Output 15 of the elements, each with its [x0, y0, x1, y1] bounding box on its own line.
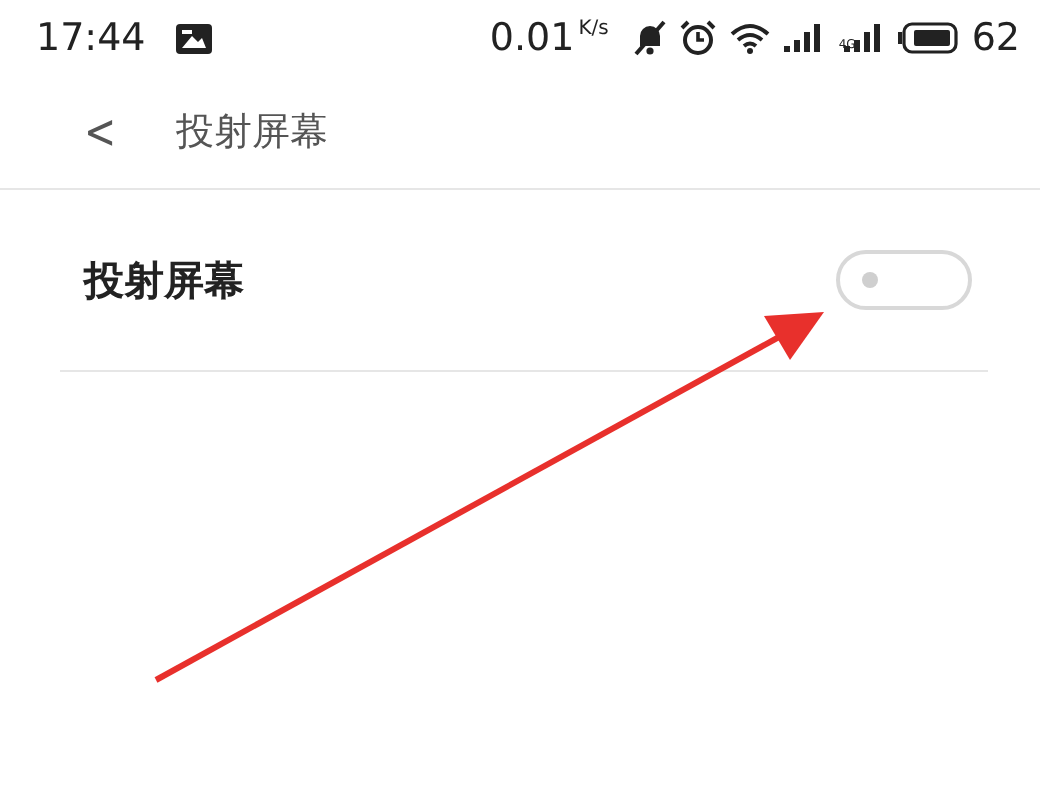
- back-button[interactable]: <: [74, 104, 126, 160]
- wifi-icon: [730, 22, 771, 54]
- battery-level: 62: [971, 16, 1020, 60]
- speed-unit: K/s: [578, 18, 609, 40]
- bell-muted-icon: [634, 20, 667, 56]
- setting-label: 投射屏幕: [84, 253, 244, 307]
- alarm-icon: [680, 20, 717, 56]
- toggle-switch[interactable]: [836, 250, 972, 310]
- network-speed: 0.01: [489, 16, 575, 60]
- status-time: 17:44: [36, 16, 146, 60]
- page-title: 投射屏幕: [176, 108, 329, 158]
- image-icon: [175, 23, 212, 53]
- signal-icon: [784, 24, 825, 52]
- signal-icon: [843, 24, 884, 52]
- battery-icon: [897, 22, 958, 54]
